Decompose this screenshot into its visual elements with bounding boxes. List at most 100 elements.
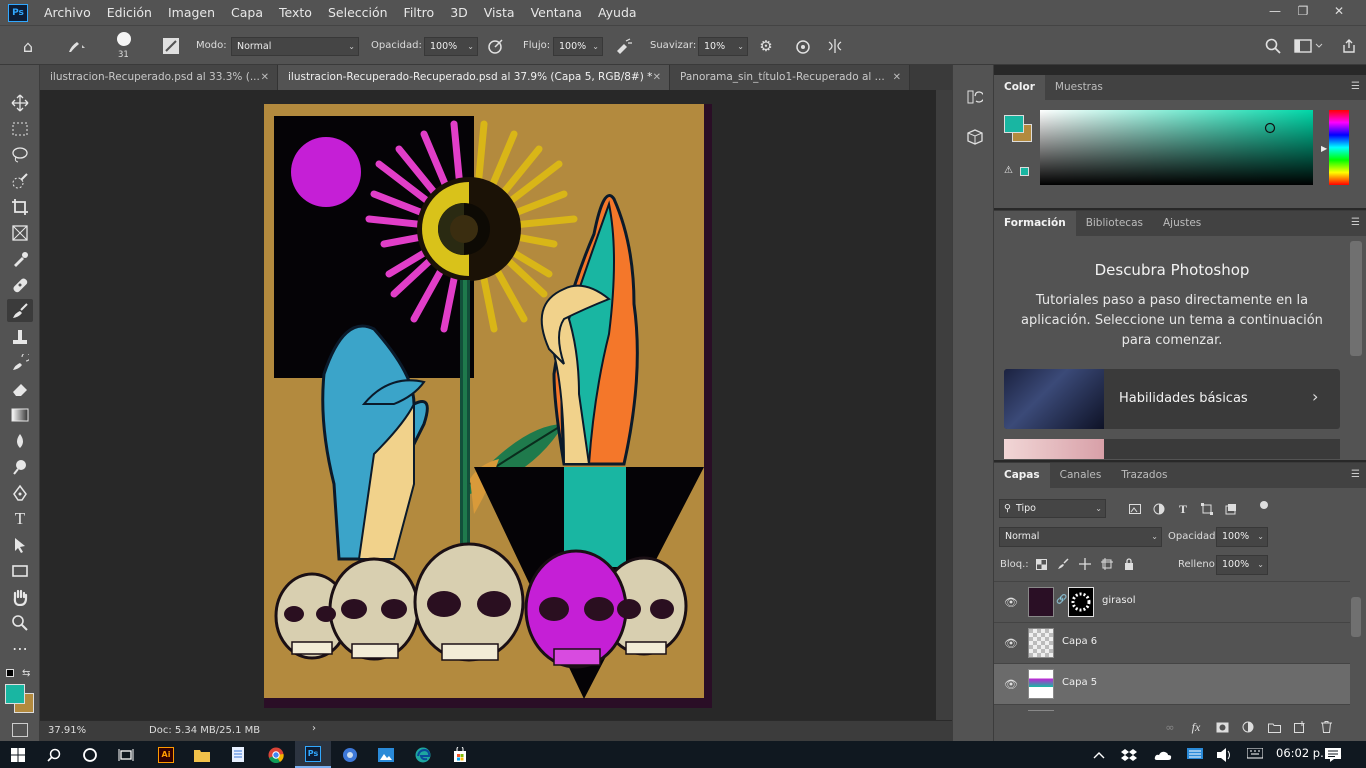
link-layers-icon[interactable]: ∞ <box>1162 719 1178 735</box>
menu-ayuda[interactable]: Ayuda <box>590 0 645 25</box>
canvas-workspace[interactable] <box>40 90 952 720</box>
eye-icon[interactable]: 👁 <box>1004 596 1018 609</box>
tab-muestras[interactable]: Muestras <box>1045 75 1113 100</box>
layer-row-girasol[interactable]: 👁 🔗 girasol <box>994 582 1350 623</box>
smooth-input[interactable]: 10% ⌄ <box>698 37 748 56</box>
brush-size-circle-icon[interactable] <box>112 31 136 47</box>
add-mask-icon[interactable] <box>1214 719 1230 735</box>
zoom-level[interactable]: 37.91% <box>48 725 86 736</box>
layer-opacity-input[interactable]: 100% ⌄ <box>1216 527 1268 547</box>
layer-name[interactable]: Capa 6 <box>1062 636 1097 647</box>
filter-adjustment-icon[interactable] <box>1151 501 1167 517</box>
panel-menu-icon[interactable]: ☰ <box>1351 217 1360 228</box>
menu-edicion[interactable]: Edición <box>99 0 160 25</box>
edge-icon[interactable] <box>405 741 441 768</box>
layers-scrollbar[interactable] <box>1351 597 1361 637</box>
fill-input[interactable]: 100% ⌄ <box>1216 555 1268 575</box>
default-colors-icon[interactable] <box>6 669 14 677</box>
learn-card-basic-skills[interactable]: Habilidades básicas › <box>1004 369 1340 429</box>
hand-icon[interactable] <box>7 585 33 608</box>
photoshop-taskbar-icon[interactable]: Ps <box>295 741 331 768</box>
lock-all-icon[interactable] <box>1122 557 1136 571</box>
filter-type-icon[interactable]: T <box>1175 501 1191 517</box>
more-icon[interactable]: ⋯ <box>7 637 33 660</box>
cortana-icon[interactable] <box>72 741 108 768</box>
link-icon[interactable]: 🔗 <box>1056 595 1067 605</box>
close-tab-icon[interactable]: ✕ <box>893 65 901 90</box>
search-icon[interactable] <box>1262 36 1284 56</box>
airbrush-icon[interactable] <box>612 36 634 56</box>
home-icon[interactable]: ⌂ <box>16 36 40 56</box>
eye-icon[interactable]: 👁 <box>1004 678 1018 691</box>
menu-seleccion[interactable]: Selección <box>320 0 396 25</box>
speaker-icon[interactable] <box>1210 741 1240 768</box>
color-field[interactable] <box>1040 110 1313 185</box>
layer-row-next[interactable] <box>994 705 1350 711</box>
menu-archivo[interactable]: Archivo <box>36 0 99 25</box>
close-tab-icon[interactable]: ✕ <box>653 65 661 90</box>
dropbox-icon[interactable] <box>1114 741 1144 768</box>
menu-capa[interactable]: Capa <box>223 0 271 25</box>
adjustment-layer-icon[interactable] <box>1240 719 1256 735</box>
tab-formacion[interactable]: Formación <box>994 211 1076 236</box>
lock-position-icon[interactable] <box>1078 557 1092 571</box>
path-select-icon[interactable] <box>7 533 33 556</box>
foreground-color-swatch[interactable] <box>5 684 25 704</box>
workspace-icon[interactable] <box>1292 36 1326 56</box>
gamut-warning-icon[interactable]: ⚠ <box>1004 165 1013 176</box>
lasso-icon[interactable] <box>7 143 33 166</box>
panel-menu-icon[interactable]: ☰ <box>1351 81 1360 92</box>
menu-ventana[interactable]: Ventana <box>523 0 590 25</box>
new-group-icon[interactable] <box>1266 719 1282 735</box>
onedrive-icon[interactable] <box>1148 741 1178 768</box>
layer-row-capa-6[interactable]: 👁 Capa 6 <box>994 623 1350 664</box>
search-icon[interactable] <box>36 741 72 768</box>
restore-icon[interactable]: ❐ <box>1288 0 1318 22</box>
network-icon[interactable] <box>1180 741 1210 768</box>
quick-select-icon[interactable] <box>7 169 33 192</box>
pen-icon[interactable] <box>7 481 33 504</box>
task-view-icon[interactable] <box>108 741 144 768</box>
gradient-icon[interactable] <box>7 403 33 426</box>
browser-icon[interactable] <box>332 741 368 768</box>
menu-vista[interactable]: Vista <box>476 0 523 25</box>
tab-ilustracion-recuperado-recuperado[interactable]: ilustracion-Recuperado-Recuperado.psd al… <box>278 65 670 90</box>
layer-name[interactable]: girasol <box>1102 595 1135 606</box>
gear-icon[interactable]: ⚙ <box>756 36 776 56</box>
menu-filtro[interactable]: Filtro <box>396 0 443 25</box>
eyedropper-icon[interactable] <box>7 247 33 270</box>
close-icon[interactable]: ✕ <box>1324 0 1354 22</box>
filter-toggle-icon[interactable] <box>1260 501 1268 509</box>
tab-color[interactable]: Color <box>994 75 1045 100</box>
tab-capas[interactable]: Capas <box>994 463 1050 488</box>
type-icon[interactable]: T <box>7 507 33 530</box>
stamp-icon[interactable] <box>7 325 33 348</box>
layer-row-capa-5[interactable]: 👁 Capa 5 <box>994 664 1350 705</box>
hue-slider[interactable] <box>1329 110 1349 185</box>
tab-trazados[interactable]: Trazados <box>1111 463 1177 488</box>
chrome-icon[interactable] <box>258 741 294 768</box>
zoom-icon[interactable] <box>7 611 33 634</box>
web-safe-swatch[interactable] <box>1020 167 1029 176</box>
marquee-icon[interactable] <box>7 117 33 140</box>
panel-menu-icon[interactable]: ☰ <box>1351 469 1360 480</box>
learn-card-next[interactable] <box>1004 439 1340 459</box>
lock-artboard-icon[interactable] <box>1100 557 1114 571</box>
close-tab-icon[interactable]: ✕ <box>261 65 269 90</box>
hue-slider-handle-icon[interactable]: ▶ <box>1321 144 1327 153</box>
eye-icon[interactable]: 👁 <box>1004 637 1018 650</box>
filter-smart-object-icon[interactable] <box>1223 501 1239 517</box>
dodge-icon[interactable] <box>7 455 33 478</box>
blend-mode-select[interactable]: Normal ⌄ <box>999 527 1162 547</box>
menu-imagen[interactable]: Imagen <box>160 0 223 25</box>
pressure-opacity-icon[interactable] <box>484 36 506 56</box>
illustrator-icon[interactable]: Ai <box>148 741 184 768</box>
share-icon[interactable] <box>1338 36 1360 56</box>
frame-icon[interactable] <box>7 221 33 244</box>
move-icon[interactable] <box>7 91 33 114</box>
tab-canales[interactable]: Canales <box>1050 463 1112 488</box>
3d-panel-icon[interactable] <box>965 127 985 147</box>
eraser-icon[interactable] <box>7 377 33 400</box>
swap-colors-icon[interactable]: ⇆ <box>22 668 30 679</box>
canvas-vertical-scrollbar[interactable] <box>936 90 952 720</box>
